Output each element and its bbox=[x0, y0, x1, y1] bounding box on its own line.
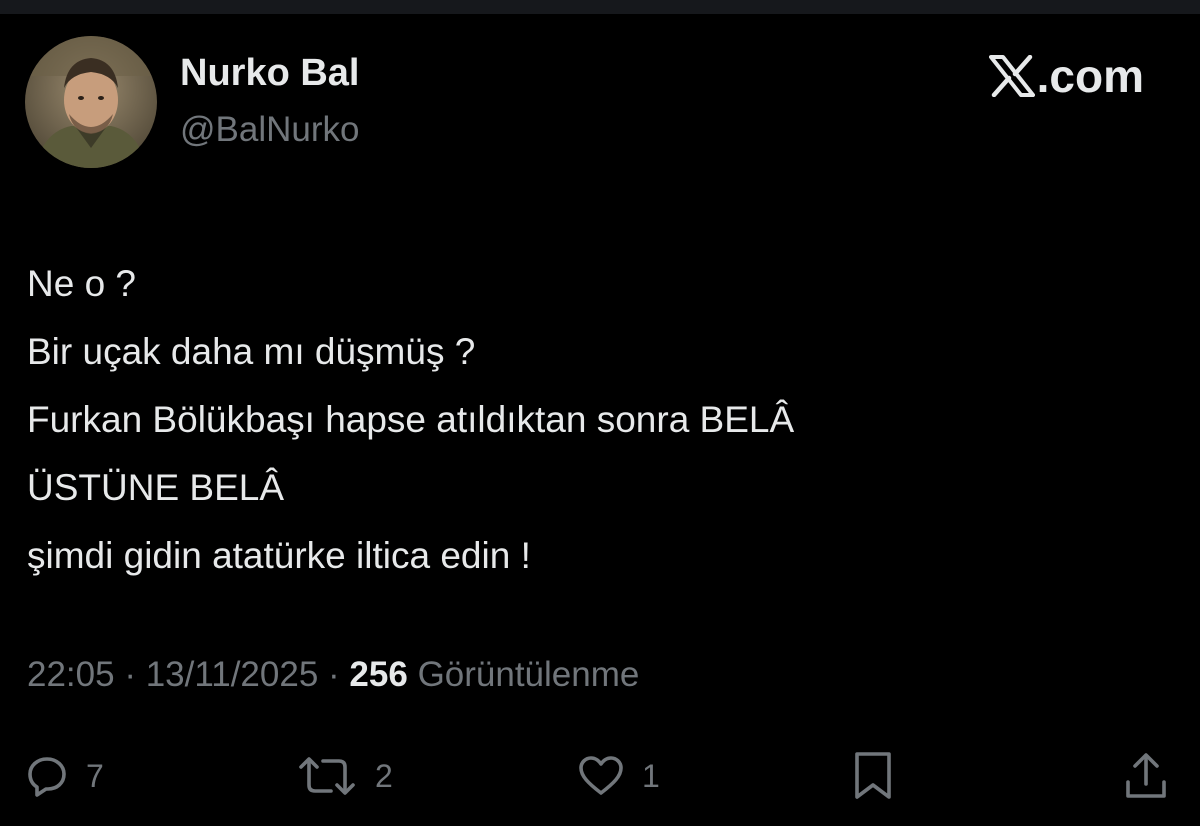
views-label[interactable]: Görüntülenme bbox=[418, 655, 640, 694]
bookmark-icon bbox=[852, 751, 894, 801]
meta-separator: · bbox=[328, 655, 350, 694]
brand-text: .com bbox=[1036, 50, 1144, 102]
reply-count: 7 bbox=[86, 757, 104, 794]
display-name[interactable]: Nurko Bal bbox=[180, 52, 359, 95]
tweet-date[interactable]: 13/11/2025 bbox=[146, 655, 319, 694]
tweet-meta: 22:05 · 13/11/2025 · 256 Görüntülenme bbox=[27, 655, 639, 695]
bookmark-button[interactable] bbox=[852, 748, 894, 804]
x-logo-icon bbox=[988, 55, 1035, 97]
views-count[interactable]: 256 bbox=[349, 655, 407, 694]
retweet-count: 2 bbox=[375, 757, 393, 794]
handle[interactable]: @BalNurko bbox=[180, 110, 359, 150]
retweet-icon bbox=[297, 755, 357, 797]
tweet-line: Ne o ? bbox=[27, 263, 137, 304]
tweet-line: ÜSTÜNE BELÂ bbox=[27, 467, 285, 508]
tweet-line: şimdi gidin atatürke iltica edin ! bbox=[27, 535, 531, 576]
heart-icon bbox=[578, 755, 624, 797]
brand-logo: .com bbox=[988, 50, 1144, 102]
like-count: 1 bbox=[642, 757, 660, 794]
tweet-time[interactable]: 22:05 bbox=[27, 655, 115, 694]
meta-separator: · bbox=[124, 655, 146, 694]
avatar[interactable] bbox=[25, 36, 157, 168]
reply-icon bbox=[26, 755, 68, 797]
tweet-card: Nurko Bal @BalNurko .com Ne o ? Bir uçak… bbox=[0, 0, 1200, 826]
share-icon bbox=[1124, 752, 1168, 800]
tweet-text: Ne o ? Bir uçak daha mı düşmüş ? Furkan … bbox=[27, 250, 1167, 590]
like-button[interactable]: 1 bbox=[578, 748, 660, 804]
retweet-button[interactable]: 2 bbox=[297, 748, 393, 804]
tweet-line: Furkan Bölükbaşı hapse atıldıktan sonra … bbox=[27, 399, 795, 440]
reply-button[interactable]: 7 bbox=[26, 748, 104, 804]
action-bar: 7 2 1 bbox=[0, 748, 1200, 804]
tweet-line: Bir uçak daha mı düşmüş ? bbox=[27, 331, 476, 372]
share-button[interactable] bbox=[1124, 748, 1168, 804]
top-strip bbox=[0, 0, 1200, 14]
